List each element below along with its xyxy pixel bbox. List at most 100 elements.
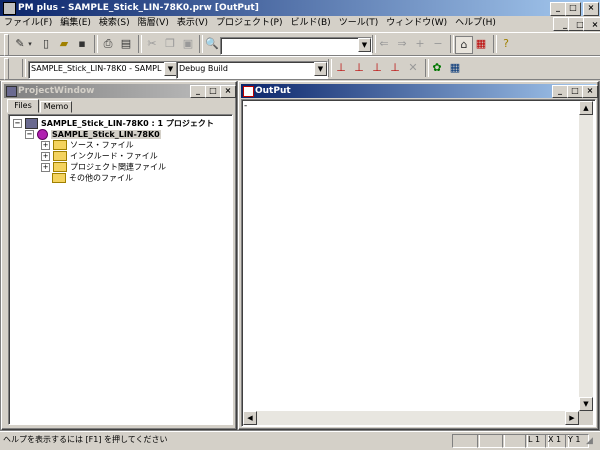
tree-project-row[interactable]: − SAMPLE_Stick_LIN-78K0 [25, 129, 161, 140]
minimize-button[interactable]: _ [550, 2, 566, 16]
toolbar-separator [199, 35, 203, 53]
expand-icon[interactable]: + [41, 162, 50, 172]
project-window: ProjectWindow _ □ × Files Memo − SAMPLE_S… [1, 81, 237, 430]
toolbar-separator [328, 59, 332, 77]
scroll-up-icon[interactable]: ▲ [579, 101, 593, 115]
toolbar-grip[interactable] [4, 34, 9, 56]
toolbar-grip[interactable] [4, 58, 9, 80]
app-icon [3, 2, 16, 15]
folder-icon [53, 162, 67, 172]
chevron-down-icon[interactable]: ▼ [314, 62, 327, 76]
project-icon [37, 129, 48, 140]
compile-icon[interactable]: ⊥ [333, 60, 349, 76]
menu-search[interactable]: 検索(S) [95, 16, 134, 30]
expand-icon[interactable]: + [41, 151, 50, 161]
status-pane-empty [477, 434, 505, 448]
debugger-settings-icon[interactable]: ▦ [447, 60, 463, 76]
cut-icon[interactable]: ✂ [144, 36, 160, 52]
folder-label: インクルード・ファイル [70, 151, 158, 161]
tab-memo-label: Memo [43, 102, 69, 111]
debugger-icon[interactable]: ✿ [429, 60, 445, 76]
resize-grip-icon[interactable]: ◢ [586, 436, 597, 447]
remove-icon[interactable]: − [430, 36, 446, 52]
help-icon[interactable]: ? [498, 36, 514, 52]
save-icon[interactable]: ▪ [74, 36, 90, 52]
project-icon[interactable]: ⌂ [455, 36, 473, 54]
project-tree[interactable]: − SAMPLE_Stick_LIN-78K0 : 1 プロジェクト − SAMPL… [8, 114, 233, 425]
folder-label: その他のファイル [69, 173, 133, 183]
output-window-title-bar[interactable]: OutPut _ □ × [241, 84, 598, 98]
status-bar: ヘルプを表示するには [F1] を押してください L 1 X 1 Y 1 ◢ [0, 431, 600, 450]
close-button[interactable]: × [583, 2, 599, 16]
project-window-icon [6, 86, 17, 97]
build-settings-icon[interactable]: ▦ [473, 36, 489, 52]
new-icon[interactable]: ▯ [38, 36, 54, 52]
stop-build-icon[interactable]: ⊥ [387, 60, 403, 76]
expand-icon[interactable]: + [41, 140, 50, 150]
output-text-area[interactable]: - ▲ ▼ ◀ ▶ [241, 99, 596, 427]
scroll-down-icon[interactable]: ▼ [579, 397, 593, 411]
tree-folder-row[interactable]: + インクルード・ファイル [41, 151, 158, 162]
chevron-down-icon[interactable]: ▼ [358, 38, 371, 52]
menu-tools[interactable]: ツール(T) [335, 16, 383, 30]
project-window-minimize-button[interactable]: _ [190, 85, 206, 98]
find-icon[interactable]: 🔍 [204, 36, 220, 52]
paste-icon[interactable]: ▣ [180, 36, 196, 52]
cancel-build-icon[interactable]: ✕ [405, 60, 421, 76]
output-text: - [244, 101, 248, 111]
print-icon[interactable]: ⎙ [100, 36, 116, 52]
tree-folder-row[interactable]: + ソース・ファイル [41, 140, 134, 151]
scroll-left-icon[interactable]: ◀ [243, 411, 257, 425]
status-help-text: ヘルプを表示するには [F1] を押してください [3, 435, 168, 444]
print-preview-icon[interactable]: ▤ [118, 36, 134, 52]
window-title: PM plus - SAMPLE_Stick_LIN-78K0.prw [Out… [18, 3, 259, 13]
menu-project[interactable]: プロジェクト(P) [212, 16, 286, 30]
output-window-minimize-button[interactable]: _ [552, 85, 568, 98]
project-combo[interactable]: SAMPLE_Stick_LIN-78K0 - SAMPL ▼ [28, 61, 178, 79]
project-window-maximize-button[interactable]: □ [205, 85, 221, 98]
menu-help[interactable]: ヘルプ(H) [451, 16, 500, 30]
tree-folder-row[interactable]: その他のファイル [52, 173, 133, 184]
dropdown-arrow-icon[interactable]: ▾ [26, 36, 34, 52]
search-combo[interactable]: ▼ [220, 37, 372, 55]
folder-icon [53, 140, 67, 150]
tab-memo[interactable]: Memo [40, 101, 72, 113]
menu-window[interactable]: ウィンドウ(W) [382, 16, 451, 30]
toolbar-separator [94, 35, 98, 53]
toolbar-separator [138, 35, 142, 53]
vertical-scrollbar[interactable]: ▲ ▼ [579, 101, 593, 411]
output-window-maximize-button[interactable]: □ [567, 85, 583, 98]
tree-root-row[interactable]: − SAMPLE_Stick_LIN-78K0 : 1 プロジェクト [13, 118, 214, 129]
back-icon[interactable]: ⇐ [376, 36, 392, 52]
main-title-bar[interactable]: PM plus - SAMPLE_Stick_LIN-78K0.prw [Out… [0, 0, 600, 16]
output-window-close-button[interactable]: × [582, 85, 598, 98]
output-window: OutPut _ □ × - ▲ ▼ ◀ ▶ [238, 81, 599, 430]
collapse-icon[interactable]: − [25, 130, 34, 139]
mdi-close-button[interactable]: × [583, 17, 600, 31]
tree-folder-row[interactable]: + プロジェクト関連ファイル [41, 162, 166, 173]
menu-file[interactable]: ファイル(F) [0, 16, 56, 30]
copy-icon[interactable]: ❐ [162, 36, 178, 52]
menu-view[interactable]: 表示(V) [173, 16, 212, 30]
forward-icon[interactable]: ⇒ [394, 36, 410, 52]
open-icon[interactable]: ▰ [56, 36, 72, 52]
menu-build[interactable]: ビルド(B) [287, 16, 335, 30]
scrollbar-corner [579, 411, 593, 425]
menu-hierarchy[interactable]: 階層(V) [134, 16, 173, 30]
project-window-title-bar[interactable]: ProjectWindow _ □ × [4, 84, 236, 98]
project-window-close-button[interactable]: × [220, 85, 236, 98]
rebuild-icon[interactable]: ⊥ [369, 60, 385, 76]
collapse-icon[interactable]: − [13, 119, 22, 128]
folder-label: ソース・ファイル [70, 140, 134, 150]
build-config-combo[interactable]: Debug Build ▼ [176, 61, 328, 79]
menu-bar: ファイル(F) 編集(E) 検索(S) 階層(V) 表示(V) プロジェクト(P) ビルド(… [0, 16, 600, 31]
scroll-right-icon[interactable]: ▶ [565, 411, 579, 425]
workspace-icon [25, 118, 38, 129]
menu-edit[interactable]: 編集(E) [56, 16, 95, 30]
horizontal-scrollbar[interactable]: ◀ ▶ [243, 411, 579, 425]
maximize-button[interactable]: □ [565, 2, 581, 16]
build-icon[interactable]: ⊥ [351, 60, 367, 76]
standard-toolbar: ✎ ▾ ▯ ▰ ▪ ⎙ ▤ ✂ ❐ ▣ 🔍 ▼ ⇐ ⇒ + − ⌂ ▦ ? [0, 32, 600, 56]
add-icon[interactable]: + [412, 36, 428, 52]
tab-files[interactable]: Files [7, 99, 39, 113]
